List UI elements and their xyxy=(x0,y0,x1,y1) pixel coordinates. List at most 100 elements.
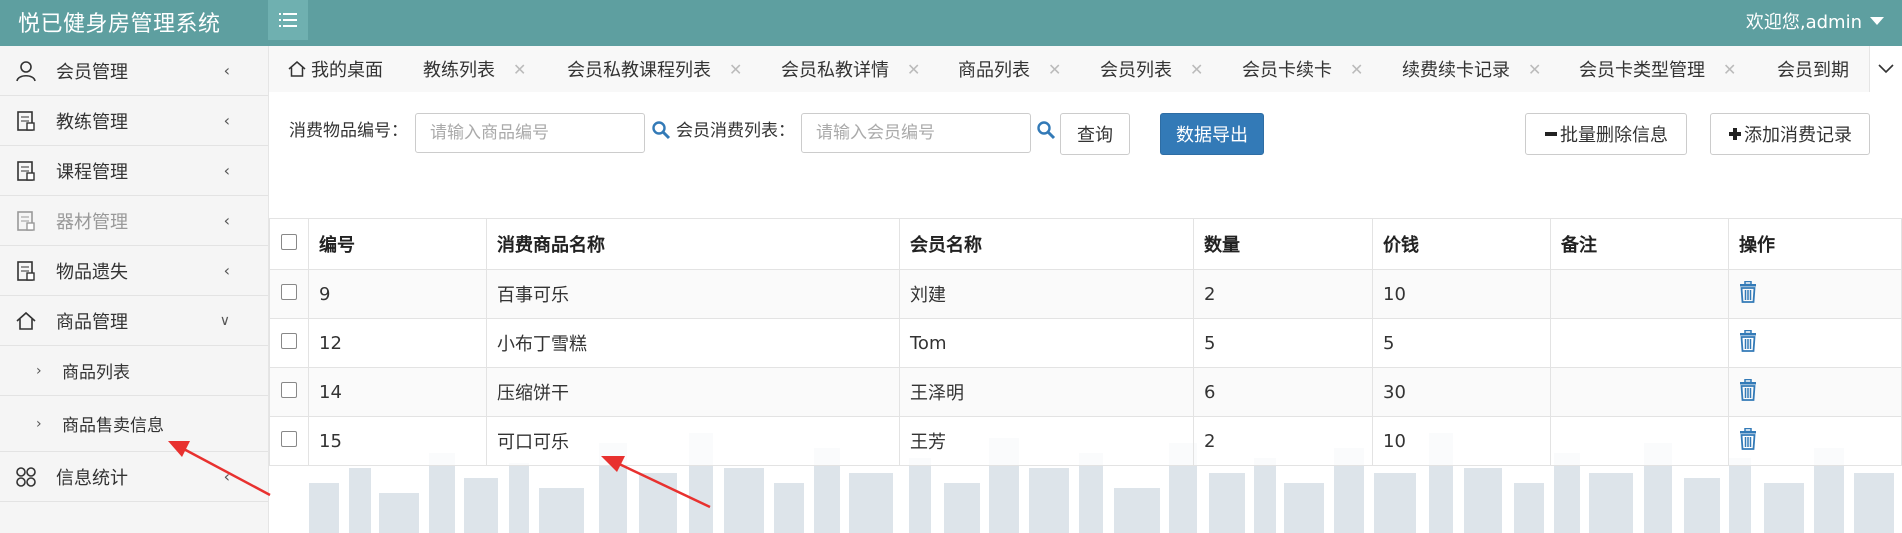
tab-label: 教练列表 xyxy=(423,60,495,81)
cell-price: 10 xyxy=(1372,269,1551,319)
close-icon[interactable]: ✕ xyxy=(1048,60,1061,79)
tab-renewal-records[interactable]: 续费续卡记录 ✕ xyxy=(1402,46,1541,92)
table-row: 12 小布丁雪糕 Tom 5 5 xyxy=(269,318,1902,368)
tab-label: 商品列表 xyxy=(958,60,1030,81)
product-id-label: 消费物品编号： xyxy=(289,121,408,141)
sidebar-subitem-label: 商品售卖信息 xyxy=(62,416,164,436)
row-select-cell xyxy=(269,367,309,417)
search-icon[interactable] xyxy=(1036,120,1056,140)
cell-note xyxy=(1550,416,1729,466)
chevron-left-icon: ‹ xyxy=(223,261,230,280)
sidebar-item-label: 教练管理 xyxy=(56,111,128,133)
user-menu[interactable]: 欢迎您,admin xyxy=(1746,8,1884,34)
sidebar-item-equipment[interactable]: 器材管理 ‹ xyxy=(0,196,268,246)
cell-product: 小布丁雪糕 xyxy=(486,318,900,368)
chevron-left-icon: ‹ xyxy=(223,161,230,180)
tab-member-pt-courses[interactable]: 会员私教课程列表 ✕ xyxy=(567,46,742,92)
table-row: 9 百事可乐 刘建 2 10 xyxy=(269,269,1902,319)
sidebar-item-label: 信息统计 xyxy=(56,467,128,489)
tab-bar: 我的桌面 教练列表 ✕ 会员私教课程列表 ✕ 会员私教详情 ✕ 商品列表 ✕ 会员列表 ✕… xyxy=(269,46,1902,93)
cell-member: 王芳 xyxy=(899,416,1194,466)
tab-card-renewal[interactable]: 会员卡续卡 ✕ xyxy=(1242,46,1363,92)
close-icon[interactable]: ✕ xyxy=(1723,60,1736,79)
close-icon[interactable]: ✕ xyxy=(513,60,526,79)
col-note: 备注 xyxy=(1550,218,1729,270)
list-icon xyxy=(279,13,297,27)
row-checkbox[interactable] xyxy=(281,430,297,447)
table-row: 14 压缩饼干 王泽明 6 30 xyxy=(269,367,1902,417)
chevron-left-icon: ‹ xyxy=(223,111,230,130)
cell-actions xyxy=(1728,269,1902,319)
tab-desktop[interactable]: 我的桌面 xyxy=(287,46,383,92)
sidebar-item-members[interactable]: 会员管理 ‹ xyxy=(0,46,268,96)
row-checkbox[interactable] xyxy=(281,332,297,349)
cell-actions xyxy=(1728,318,1902,368)
grid-icon xyxy=(14,465,38,489)
query-button[interactable]: 查询 xyxy=(1060,113,1130,155)
select-all-cell xyxy=(269,218,309,270)
tab-coach-list[interactable]: 教练列表 ✕ xyxy=(423,46,526,92)
cell-note xyxy=(1550,269,1729,319)
trash-icon[interactable] xyxy=(1739,378,1757,401)
annotation-arrow xyxy=(601,456,711,509)
col-id: 编号 xyxy=(308,218,487,270)
close-icon[interactable]: ✕ xyxy=(907,60,920,79)
cell-id: 12 xyxy=(308,318,487,368)
col-member-name: 会员名称 xyxy=(899,218,1194,270)
sidebar-item-courses[interactable]: 课程管理 ‹ xyxy=(0,146,268,196)
sidebar-item-products[interactable]: 商品管理 ∨ xyxy=(0,296,268,346)
close-icon[interactable]: ✕ xyxy=(1350,60,1363,79)
tab-member-expiry[interactable]: 会员到期 xyxy=(1777,46,1849,92)
tab-product-list[interactable]: 商品列表 ✕ xyxy=(958,46,1061,92)
tab-label: 我的桌面 xyxy=(311,60,383,81)
select-all-checkbox[interactable] xyxy=(281,233,297,250)
row-checkbox[interactable] xyxy=(281,283,297,300)
batch-delete-button[interactable]: 批量删除信息 xyxy=(1525,113,1687,155)
add-record-label: 添加消费记录 xyxy=(1744,125,1852,146)
cell-note xyxy=(1550,318,1729,368)
cell-id: 9 xyxy=(308,269,487,319)
sidebar-subitem-product-list[interactable]: › 商品列表 xyxy=(0,346,268,396)
cell-price: 5 xyxy=(1372,318,1551,368)
trash-icon[interactable] xyxy=(1739,427,1757,450)
search-icon[interactable] xyxy=(651,120,671,140)
filter-bar: 消费物品编号： 会员消费列表： 查询 数据导出 批量删除信息 添加消费记录 xyxy=(269,92,1902,192)
sidebar-subitem-label: 商品列表 xyxy=(62,363,130,383)
member-id-input[interactable] xyxy=(801,113,1031,153)
close-icon[interactable]: ✕ xyxy=(1528,60,1541,79)
sidebar-item-lost-items[interactable]: 物品遗失 ‹ xyxy=(0,246,268,296)
cell-price: 30 xyxy=(1372,367,1551,417)
tab-card-types[interactable]: 会员卡类型管理 ✕ xyxy=(1579,46,1736,92)
tab-label: 会员私教详情 xyxy=(781,60,889,81)
table-container: 编号 消费商品名称 会员名称 数量 价钱 备注 操作 9 百事可乐 刘建 2 1… xyxy=(269,218,1902,533)
close-icon[interactable]: ✕ xyxy=(729,60,742,79)
product-id-input[interactable] xyxy=(415,113,645,153)
menu-toggle-button[interactable] xyxy=(268,0,308,40)
row-select-cell xyxy=(269,269,309,319)
annotation-arrow xyxy=(168,441,271,497)
cell-actions xyxy=(1728,367,1902,417)
minus-icon xyxy=(1545,132,1557,136)
cell-id: 15 xyxy=(308,416,487,466)
close-icon[interactable]: ✕ xyxy=(1190,60,1203,79)
sidebar-item-label: 器材管理 xyxy=(56,211,128,233)
tab-label: 会员到期 xyxy=(1777,60,1849,81)
chevron-down-icon xyxy=(1870,17,1884,25)
trash-icon[interactable] xyxy=(1739,329,1757,352)
trash-icon[interactable] xyxy=(1739,280,1757,303)
add-record-button[interactable]: 添加消费记录 xyxy=(1710,113,1870,155)
document-icon xyxy=(14,109,38,133)
tab-label: 会员卡类型管理 xyxy=(1579,60,1705,81)
plus-icon xyxy=(1729,128,1741,140)
row-checkbox[interactable] xyxy=(281,381,297,398)
home-icon xyxy=(288,61,306,77)
export-button[interactable]: 数据导出 xyxy=(1160,113,1264,155)
table-header-row: 编号 消费商品名称 会员名称 数量 价钱 备注 操作 xyxy=(269,218,1902,270)
chevron-right-icon: › xyxy=(36,362,42,379)
sidebar-item-coaches[interactable]: 教练管理 ‹ xyxy=(0,96,268,146)
cell-note xyxy=(1550,367,1729,417)
tab-member-pt-detail[interactable]: 会员私教详情 ✕ xyxy=(781,46,920,92)
tabs-more-button[interactable] xyxy=(1869,46,1902,92)
tab-member-list[interactable]: 会员列表 ✕ xyxy=(1100,46,1203,92)
table-row: 15 可口可乐 王芳 2 10 xyxy=(269,416,1902,466)
